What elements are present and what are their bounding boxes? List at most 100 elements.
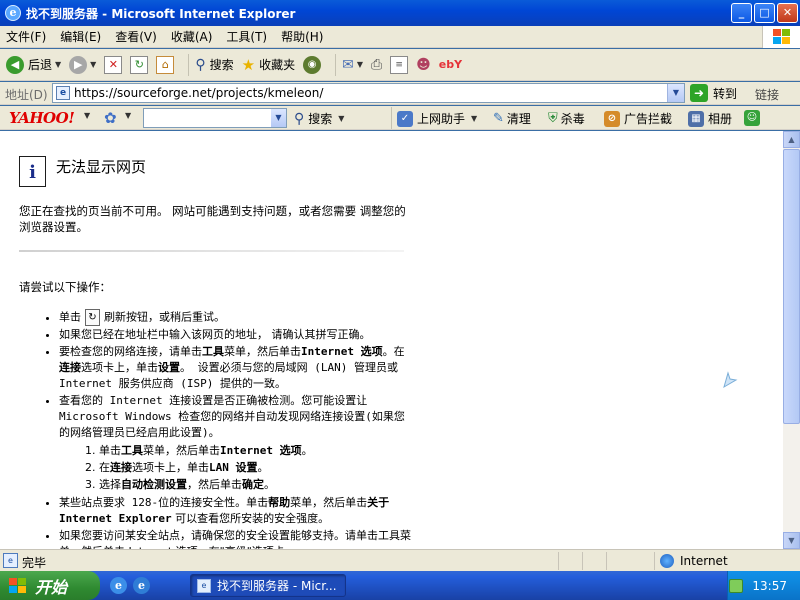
divider — [654, 552, 655, 570]
tip-bold: 设置 — [158, 361, 180, 374]
back-button[interactable]: ◀ 后退 ▼ — [6, 55, 61, 74]
mail-button[interactable]: ✉ ▼ — [342, 57, 363, 73]
minimize-button[interactable]: _ — [731, 3, 752, 23]
edit-button[interactable]: ≡ — [390, 55, 409, 74]
quicklaunch-icon[interactable]: e — [133, 577, 150, 594]
ie-icon: e — [197, 578, 211, 593]
tip-text: 。 — [264, 478, 275, 491]
tip-bold: 帮助 — [268, 496, 291, 509]
scroll-thumb[interactable] — [783, 149, 800, 424]
yahoo-search-input[interactable]: ▼ — [143, 108, 287, 128]
tip-text: 刷新按钮，或稍后重试。 — [104, 310, 225, 324]
vertical-scrollbar[interactable]: ▲ ▼ — [783, 131, 800, 549]
toolbar-separator — [391, 107, 392, 129]
windows-logo-icon — [9, 577, 27, 594]
list-item: 要检查您的网络连接，请单击工具菜单，然后单击Internet 选项。在连接选项卡… — [59, 344, 414, 392]
stop-button[interactable]: ✕ — [104, 55, 123, 74]
refresh-button[interactable]: ↻ — [130, 55, 149, 74]
refresh-icon[interactable]: ↻ — [85, 309, 100, 326]
divider — [606, 552, 607, 570]
network-icon[interactable] — [729, 578, 744, 593]
scroll-up-icon[interactable]: ▲ — [783, 131, 800, 148]
start-button[interactable]: 开始 — [0, 571, 100, 600]
tip-bold: 自动检测设置 — [121, 478, 187, 491]
flower-dropdown-icon[interactable]: ▼ — [125, 111, 131, 120]
yahoo-logo[interactable]: YAHOO! — [9, 109, 75, 127]
yahoo-menu-dropdown-icon[interactable]: ▼ — [84, 111, 90, 120]
tip-text: 。 — [301, 444, 313, 457]
clean-button[interactable]: ✎ 清理 — [493, 110, 531, 127]
forward-button[interactable]: ▶ ▼ — [69, 55, 96, 74]
album-button[interactable]: ▦ 相册 — [688, 110, 732, 127]
clock[interactable]: 13:57 — [752, 579, 787, 593]
stop-icon: ✕ — [104, 55, 123, 74]
adblock-button[interactable]: ⊘ 广告拦截 — [604, 110, 672, 127]
yahoo-search-dropdown-icon: ▼ — [338, 114, 345, 123]
favorites-star-icon: ★ — [241, 55, 256, 74]
maximize-button[interactable]: □ — [754, 3, 775, 23]
steps-list: 单击工具菜单，然后单击Internet 选项。 在连接选项卡上，单击LAN 设置… — [59, 443, 414, 493]
menu-tools[interactable]: 工具(T) — [226, 28, 267, 45]
address-input[interactable]: e https://sourceforge.net/projects/kmele… — [52, 83, 685, 103]
close-button[interactable]: ✕ — [777, 3, 798, 23]
menu-edit[interactable]: 编辑(E) — [60, 28, 101, 45]
list-item: 单击 ↻ 刷新按钮，或稍后重试。 — [59, 309, 414, 326]
album-label: 相册 — [708, 112, 733, 126]
address-label: 地址(D) — [5, 88, 48, 102]
toolbar-separator — [335, 53, 337, 76]
home-button[interactable]: ⌂ — [156, 55, 175, 74]
window-titlebar[interactable]: e 找不到服务器 - Microsoft Internet Explorer _… — [0, 0, 800, 26]
windows-logo-icon — [762, 26, 800, 48]
print-icon: ⎙ — [370, 56, 383, 73]
security-zone: Internet — [660, 554, 728, 568]
address-url[interactable]: https://sourceforge.net/projects/kmeleon… — [74, 86, 667, 100]
yahoo-search-dropdown-icon[interactable]: ▼ — [271, 109, 286, 127]
tip-text: ，然后单击 — [187, 478, 242, 491]
antivirus-button[interactable]: ⛨ 杀毒 — [548, 110, 585, 127]
taskbar-item-ie[interactable]: e 找不到服务器 - Micr... — [190, 574, 346, 597]
menu-help[interactable]: 帮助(H) — [281, 28, 323, 45]
tip-text: 某些站点要求 128-位的连接安全性。单击 — [59, 496, 269, 509]
mail-dropdown-icon[interactable]: ▼ — [357, 60, 363, 69]
tip-text: 菜单，然后单击 — [224, 345, 301, 358]
toolbar-separator — [188, 53, 190, 76]
menu-view[interactable]: 查看(V) — [115, 28, 157, 45]
adblock-label: 广告拦截 — [624, 112, 673, 126]
yahoo-search-button[interactable]: ⚲ 搜索 ▼ — [294, 110, 344, 127]
try-heading: 请尝试以下操作： — [19, 280, 111, 294]
assistant-button[interactable]: ✓ 上网助手 ▼ — [397, 110, 477, 127]
menu-favorites[interactable]: 收藏(A) — [171, 28, 213, 45]
yahoo-flower-icon[interactable]: ✿ — [104, 109, 117, 127]
page-content: i 无法显示网页 您正在查找的页当前不可用。 网站可能遇到支持问题，或者您需要 … — [0, 131, 783, 549]
media-button[interactable]: ◉ — [303, 55, 322, 74]
mouse-cursor-icon — [723, 371, 738, 389]
tip-text: 。 — [257, 461, 269, 474]
links-button[interactable]: 链接 — [755, 86, 779, 103]
go-button[interactable]: ➜ 转到 — [690, 84, 737, 102]
shield-icon: ⛨ — [548, 111, 558, 126]
standard-toolbar: ◀ 后退 ▼ ▶ ▼ ✕ ↻ ⌂ ⚲ 搜索 ★ 收藏夹 ◉ ✉ ▼ ⎙ ≡ ☻ … — [0, 49, 800, 81]
search-button[interactable]: ⚲ 搜索 — [195, 56, 233, 73]
back-dropdown-icon[interactable]: ▼ — [55, 60, 61, 69]
forward-dropdown-icon[interactable]: ▼ — [90, 60, 96, 69]
address-dropdown-icon[interactable]: ▼ — [667, 84, 684, 102]
adblock-icon: ⊘ — [604, 110, 620, 127]
messenger-icon: ☻ — [416, 56, 431, 73]
ebay-button[interactable]: ebY — [439, 58, 462, 71]
print-button[interactable]: ⎙ — [371, 57, 382, 73]
error-description: 您正在查找的页当前不可用。 网站可能遇到支持问题，或者您需要 调整您的浏览器设置… — [19, 204, 406, 234]
edit-icon: ≡ — [390, 55, 409, 74]
ie-quicklaunch-icon[interactable]: e — [110, 577, 127, 594]
tip-bold: 连接 — [110, 461, 132, 474]
tip-text: 在 — [99, 461, 110, 474]
messenger-button[interactable]: ☻ — [416, 57, 431, 73]
favorites-button[interactable]: ★ 收藏夹 — [242, 56, 295, 74]
yahoo-search-label: 搜索 — [308, 112, 333, 126]
messenger-button[interactable]: ☺ — [744, 110, 764, 126]
go-arrow-icon: ➜ — [690, 84, 708, 102]
menu-file[interactable]: 文件(F) — [6, 28, 46, 45]
tip-text: 选项卡上，单击 — [81, 361, 158, 374]
scroll-down-icon[interactable]: ▼ — [783, 532, 800, 549]
assistant-dropdown-icon: ▼ — [471, 114, 478, 123]
go-label: 转到 — [713, 86, 738, 101]
